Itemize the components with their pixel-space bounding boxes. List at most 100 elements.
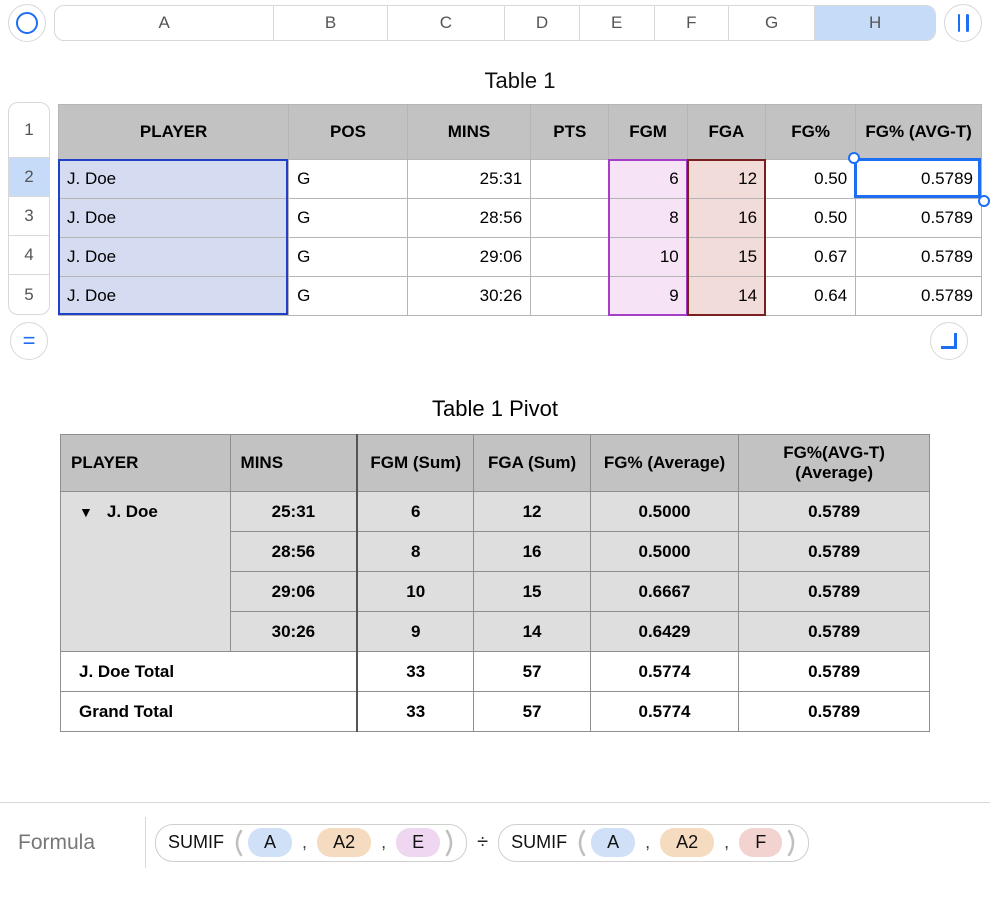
t1-cell-r5-fga[interactable]: 14 bbox=[687, 277, 765, 316]
pivot-cell-r2-c5[interactable]: 0.5789 bbox=[739, 572, 930, 612]
formula-token-a[interactable]: A bbox=[591, 828, 635, 857]
t1-header-3[interactable]: PTS bbox=[531, 105, 609, 160]
t1-cell-r5-mins[interactable]: 30:26 bbox=[407, 277, 530, 316]
row-header-5[interactable]: 5 bbox=[9, 275, 49, 314]
column-header-d[interactable]: D bbox=[505, 6, 580, 40]
t1-cell-r4-player[interactable]: J. Doe bbox=[59, 238, 289, 277]
t1-header-0[interactable]: PLAYER bbox=[59, 105, 289, 160]
table-extent-handle[interactable] bbox=[930, 322, 968, 360]
pivot-grand-c0[interactable]: 33 bbox=[357, 692, 474, 732]
t1-header-7[interactable]: FG% (AVG-T) bbox=[856, 105, 982, 160]
pivot-cell-r0-c1[interactable]: 25:31 bbox=[230, 492, 357, 532]
t1-cell-r3-fgm[interactable]: 8 bbox=[609, 199, 687, 238]
pivot-subtotal-c3[interactable]: 0.5789 bbox=[739, 652, 930, 692]
column-header-e[interactable]: E bbox=[580, 6, 655, 40]
column-header-b[interactable]: B bbox=[274, 6, 387, 40]
pivot-cell-r2-c2[interactable]: 10 bbox=[357, 572, 474, 612]
t1-cell-r5-fgp[interactable]: 0.64 bbox=[766, 277, 856, 316]
t1-cell-r5-pos[interactable]: G bbox=[289, 277, 408, 316]
pivot-cell-r3-c4[interactable]: 0.6429 bbox=[590, 612, 738, 652]
t1-header-5[interactable]: FGA bbox=[687, 105, 765, 160]
pivot-cell-r3-c1[interactable]: 30:26 bbox=[230, 612, 357, 652]
pivot-cell-r0-c3[interactable]: 12 bbox=[474, 492, 591, 532]
t1-cell-r3-fgpt[interactable]: 0.5789 bbox=[856, 199, 982, 238]
pivot-cell-r1-c3[interactable]: 16 bbox=[474, 532, 591, 572]
row-header-4[interactable]: 4 bbox=[9, 236, 49, 275]
pivot-cell-r1-c1[interactable]: 28:56 bbox=[230, 532, 357, 572]
pivot-subtotal-c1[interactable]: 57 bbox=[474, 652, 591, 692]
column-header-f[interactable]: F bbox=[655, 6, 730, 40]
pivot-cell-r1-c5[interactable]: 0.5789 bbox=[739, 532, 930, 572]
row-header-3[interactable]: 3 bbox=[9, 197, 49, 236]
t1-cell-r4-mins[interactable]: 29:06 bbox=[407, 238, 530, 277]
pivot-cell-r0-c5[interactable]: 0.5789 bbox=[739, 492, 930, 532]
select-all-origin[interactable] bbox=[8, 4, 46, 42]
formula-token-a2[interactable]: A2 bbox=[317, 828, 371, 857]
t1-cell-r4-fga[interactable]: 15 bbox=[687, 238, 765, 277]
t1-cell-r4-fgp[interactable]: 0.67 bbox=[766, 238, 856, 277]
disclosure-triangle-icon[interactable]: ▼ bbox=[79, 504, 93, 520]
t1-cell-r4-pos[interactable]: G bbox=[289, 238, 408, 277]
t1-cell-r2-fga[interactable]: 12 bbox=[687, 160, 765, 199]
formula-token-a[interactable]: A bbox=[248, 828, 292, 857]
pivot-cell-r3-c2[interactable]: 9 bbox=[357, 612, 474, 652]
pivot-subtotal-c2[interactable]: 0.5774 bbox=[590, 652, 738, 692]
column-header-a[interactable]: A bbox=[55, 6, 274, 40]
pivot-player-cell-3[interactable] bbox=[61, 612, 231, 652]
add-column-button[interactable] bbox=[944, 4, 982, 42]
pivot-header-3[interactable]: FGA (Sum) bbox=[474, 435, 591, 492]
selection-handle-br[interactable] bbox=[978, 195, 990, 207]
t1-cell-r5-player[interactable]: J. Doe bbox=[59, 277, 289, 316]
t1-cell-r3-mins[interactable]: 28:56 bbox=[407, 199, 530, 238]
pivot-grand-c2[interactable]: 0.5774 bbox=[590, 692, 738, 732]
add-row-button[interactable]: = bbox=[10, 322, 48, 360]
t1-cell-r3-pts[interactable] bbox=[531, 199, 609, 238]
pivot-header-2[interactable]: FGM (Sum) bbox=[357, 435, 474, 492]
pivot-cell-r3-c5[interactable]: 0.5789 bbox=[739, 612, 930, 652]
t1-cell-r5-pts[interactable] bbox=[531, 277, 609, 316]
t1-cell-r4-fgm[interactable]: 10 bbox=[609, 238, 687, 277]
formula-token-e[interactable]: E bbox=[396, 828, 440, 857]
row-header-2[interactable]: 2 bbox=[9, 158, 49, 197]
pivot-header-5[interactable]: FG%(AVG-T) (Average) bbox=[739, 435, 930, 492]
pivot-player-cell-1[interactable] bbox=[61, 532, 231, 572]
pivot-cell-r1-c4[interactable]: 0.5000 bbox=[590, 532, 738, 572]
column-header-g[interactable]: G bbox=[729, 6, 815, 40]
t1-header-4[interactable]: FGM bbox=[609, 105, 687, 160]
t1-cell-r4-fgpt[interactable]: 0.5789 bbox=[856, 238, 982, 277]
pivot-cell-r1-c2[interactable]: 8 bbox=[357, 532, 474, 572]
selection-handle-tl[interactable] bbox=[848, 152, 860, 164]
pivot-subtotal-c0[interactable]: 33 bbox=[357, 652, 474, 692]
pivot-cell-r2-c3[interactable]: 15 bbox=[474, 572, 591, 612]
t1-cell-r5-fgm[interactable]: 9 bbox=[609, 277, 687, 316]
pivot-grand-c1[interactable]: 57 bbox=[474, 692, 591, 732]
pivot-header-4[interactable]: FG% (Average) bbox=[590, 435, 738, 492]
t1-cell-r2-mins[interactable]: 25:31 bbox=[407, 160, 530, 199]
pivot-header-0[interactable]: PLAYER bbox=[61, 435, 231, 492]
pivot-cell-r0-c2[interactable]: 6 bbox=[357, 492, 474, 532]
pivot-cell-r2-c4[interactable]: 0.6667 bbox=[590, 572, 738, 612]
pivot-player-cell-2[interactable] bbox=[61, 572, 231, 612]
formula-content[interactable]: SUMIFA,A2,E÷SUMIFA,A2,F bbox=[155, 824, 809, 862]
t1-cell-r2-pos[interactable]: G bbox=[289, 160, 408, 199]
t1-cell-r2-fgm[interactable]: 6 bbox=[609, 160, 687, 199]
pivot-cell-r3-c3[interactable]: 14 bbox=[474, 612, 591, 652]
t1-cell-r5-fgpt[interactable]: 0.5789 bbox=[856, 277, 982, 316]
t1-cell-r3-fgp[interactable]: 0.50 bbox=[766, 199, 856, 238]
t1-cell-r3-pos[interactable]: G bbox=[289, 199, 408, 238]
formula-token-f[interactable]: F bbox=[739, 828, 782, 857]
t1-header-6[interactable]: FG% bbox=[766, 105, 856, 160]
formula-function[interactable]: SUMIFA,A2,F bbox=[498, 824, 809, 862]
pivot-cell-r0-c4[interactable]: 0.5000 bbox=[590, 492, 738, 532]
column-header-h[interactable]: H bbox=[815, 6, 935, 40]
formula-function[interactable]: SUMIFA,A2,E bbox=[155, 824, 467, 862]
t1-cell-r2-fgp[interactable]: 0.50 bbox=[766, 160, 856, 199]
t1-cell-r4-pts[interactable] bbox=[531, 238, 609, 277]
formula-bar[interactable]: Formula SUMIFA,A2,E÷SUMIFA,A2,F bbox=[0, 802, 990, 882]
t1-header-1[interactable]: POS bbox=[289, 105, 408, 160]
pivot-player-cell-0[interactable]: ▼J. Doe bbox=[61, 492, 231, 532]
t1-cell-r2-fgpt[interactable]: 0.5789 bbox=[856, 160, 982, 199]
t1-cell-r3-fga[interactable]: 16 bbox=[687, 199, 765, 238]
table-1[interactable]: PLAYERPOSMINSPTSFGMFGAFG%FG% (AVG-T)J. D… bbox=[58, 104, 982, 316]
row-header-1[interactable]: 1 bbox=[9, 103, 49, 158]
